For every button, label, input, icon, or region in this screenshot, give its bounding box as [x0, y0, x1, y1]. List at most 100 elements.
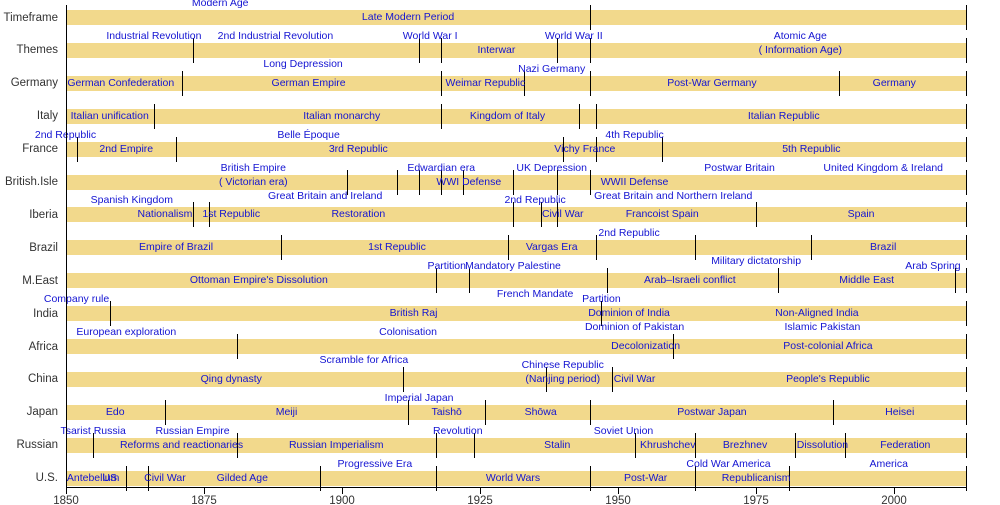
timeline-end-cap	[966, 366, 967, 392]
row-label-timeframe: Timeframe	[3, 11, 58, 24]
period-label: Late Modern Period	[361, 11, 455, 23]
period-label: Imperial Japan	[384, 391, 454, 404]
x-axis-tick-label: 1900	[329, 494, 355, 505]
period-label: World War II	[544, 29, 603, 42]
period-label: Italian monarchy	[303, 109, 381, 122]
period-label: Tsarist Russia	[60, 424, 126, 437]
row-label-japan: Japan	[26, 406, 58, 419]
period-label: US	[102, 471, 117, 484]
period-label: Soviet Union	[593, 424, 654, 437]
row-label-u-s-: U.S.	[35, 472, 58, 485]
period-label: Post-War Germany	[667, 76, 757, 89]
period-label: Restoration	[331, 208, 386, 221]
period-label: ( Victorian era)	[219, 175, 288, 188]
period-divider-tick	[165, 399, 166, 425]
period-label: Dominion of Pakistan	[584, 321, 685, 334]
period-label: United Kingdom & Ireland	[823, 161, 944, 174]
row-label-iberia: Iberia	[29, 208, 58, 221]
timeline-plot-area: Timeframe Modern Age Late Modern Period The…	[0, 0, 1000, 505]
period-label: Taishō	[431, 405, 462, 418]
timeline-bar	[65, 10, 967, 25]
timeline-bar	[65, 207, 967, 223]
x-axis-tick	[756, 486, 757, 494]
period-label: Reforms and reactionaries	[119, 438, 244, 451]
period-label: Interwar	[477, 43, 516, 56]
period-label: Empire of Brazil	[138, 241, 214, 254]
period-label: Modern Age	[191, 0, 249, 9]
period-label: Brezhnev	[722, 438, 768, 451]
x-axis-tick-label: 2000	[881, 494, 907, 505]
x-axis-tick-label: 1875	[191, 494, 217, 505]
period-label: WWII Defense	[600, 175, 669, 188]
period-divider-tick	[756, 202, 757, 228]
x-axis-tick	[342, 486, 343, 494]
period-label: Arab–Israeli conflict	[644, 274, 736, 287]
period-label: British Empire	[220, 161, 287, 174]
period-divider-tick	[778, 268, 779, 294]
period-label: Shōwa	[524, 405, 557, 418]
period-label: Weimar Republic	[445, 76, 526, 89]
period-label: Company rule	[43, 293, 110, 306]
period-divider-tick	[403, 366, 404, 392]
period-divider-tick	[237, 334, 238, 359]
x-axis-tick-label: 1950	[605, 494, 631, 505]
period-label: German Empire	[271, 76, 346, 89]
period-label: Middle East	[839, 274, 895, 287]
period-label: 4th Republic	[605, 128, 664, 141]
period-label: Dissolution	[796, 438, 849, 451]
period-divider-tick	[607, 268, 608, 294]
timeline-end-cap	[966, 432, 967, 458]
timeline-end-cap	[966, 202, 967, 228]
period-label: Civil War	[144, 471, 186, 484]
row-label-brazil: Brazil	[29, 241, 58, 254]
period-label: Vichy France	[554, 142, 616, 155]
period-label: 1st Republic	[202, 208, 261, 221]
period-label: Germany	[872, 76, 916, 89]
period-divider-tick	[596, 235, 597, 261]
period-label: WWI Defense	[436, 175, 502, 188]
row-label-m-east: M.East	[22, 274, 58, 287]
period-label: French Mandate	[496, 288, 574, 301]
period-label: People's Republic	[786, 372, 870, 385]
row-label-themes: Themes	[16, 44, 58, 57]
period-label: Kingdom of Italy	[469, 109, 546, 122]
x-axis-tick-label: 1975	[743, 494, 769, 505]
timeline-bar	[65, 404, 967, 420]
period-label: Postwar Britain	[704, 161, 775, 174]
period-label: 5th Republic	[782, 142, 841, 155]
period-label: Islamic Pakistan	[784, 321, 861, 334]
period-label: Mandatory Palestine	[465, 260, 561, 273]
period-label: World Wars	[485, 471, 541, 484]
period-divider-tick	[485, 399, 486, 425]
period-label: Dominion of India	[588, 307, 670, 320]
period-label: 2nd Republic	[504, 194, 566, 207]
period-label: Federation	[880, 438, 931, 451]
period-label: Spain	[847, 208, 875, 221]
period-divider-tick	[839, 70, 840, 96]
period-label: Russian Empire	[155, 424, 230, 437]
period-divider-tick	[833, 399, 834, 425]
timeline-end-cap	[966, 301, 967, 327]
row-label-italy: Italy	[36, 110, 58, 123]
period-label: Nazi Germany	[518, 62, 586, 75]
x-axis-tick	[618, 486, 619, 494]
period-label: Non-Aligned India	[775, 307, 859, 320]
period-divider-tick	[508, 235, 509, 261]
period-label: Partition	[427, 260, 466, 273]
period-label: Arab Spring	[905, 260, 961, 273]
period-label: Heisei	[885, 405, 915, 418]
period-label: British Raj	[389, 307, 438, 320]
timeline-end-cap	[966, 235, 967, 261]
period-label: Cold War America	[686, 457, 771, 470]
period-divider-tick	[596, 103, 597, 129]
timeline-end-cap	[966, 103, 967, 129]
period-divider-tick	[281, 235, 282, 261]
period-label: Scramble for Africa	[319, 354, 409, 366]
period-divider-tick	[590, 5, 591, 30]
x-axis-tick	[894, 486, 895, 494]
period-label: Brazil	[870, 241, 897, 254]
row-label-germany: Germany	[10, 77, 58, 90]
period-label: Industrial Revolution	[106, 29, 202, 42]
period-label: Post-colonial Africa	[783, 340, 873, 352]
period-label: Belle Époque	[277, 128, 340, 141]
